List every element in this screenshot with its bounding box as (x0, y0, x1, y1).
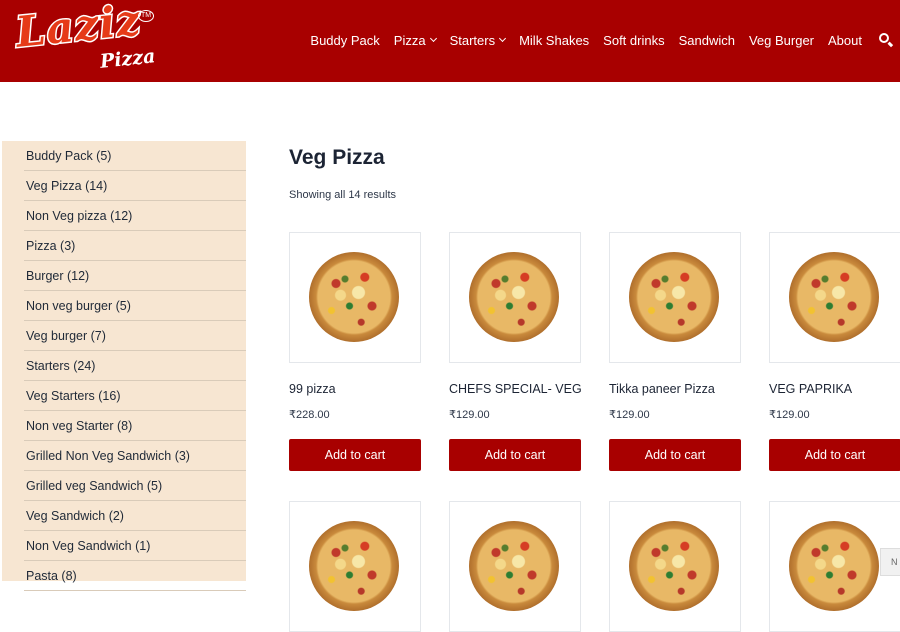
search-handle (887, 41, 894, 47)
category-link[interactable]: Veg Sandwich (2) (24, 501, 246, 531)
chevron-down-icon (499, 34, 507, 43)
product-image[interactable] (289, 232, 421, 363)
pizza-image (629, 252, 719, 342)
logo-trademark: TM (138, 10, 154, 22)
page-title: Veg Pizza (289, 146, 385, 169)
site-header: Laziz Pizza TM Buddy Pack Pizza Starters… (0, 0, 900, 82)
category-list: Buddy Pack (5) Veg Pizza (14) Non Veg pi… (2, 141, 246, 591)
nav-buddy-pack[interactable]: Buddy Pack (310, 33, 379, 48)
product-name[interactable]: 99 pizza (289, 382, 421, 396)
pizza-image (309, 252, 399, 342)
main-nav: Buddy Pack Pizza Starters Milk Shakes So… (296, 0, 894, 80)
category-link[interactable]: Pasta (8) (24, 561, 246, 591)
nav-starters[interactable]: Starters (449, 32, 507, 48)
pizza-image (309, 521, 399, 611)
pizza-image (469, 521, 559, 611)
product-price: ₹228.00 (289, 409, 330, 421)
product-image[interactable] (289, 501, 421, 632)
category-sidebar: Buddy Pack (5) Veg Pizza (14) Non Veg pi… (2, 141, 246, 591)
nav-veg-burger[interactable]: Veg Burger (749, 33, 814, 48)
nav-label: Buddy Pack (310, 32, 380, 48)
nav-label: Sandwich (678, 32, 735, 48)
product-price: ₹129.00 (449, 409, 490, 421)
category-link[interactable]: Non veg burger (5) (24, 291, 246, 321)
category-link[interactable]: Pizza (3) (24, 231, 246, 261)
category-link[interactable]: Grilled veg Sandwich (5) (24, 471, 246, 501)
category-link[interactable]: Veg Pizza (14) (24, 171, 246, 201)
nav-soft-drinks[interactable]: Soft drinks (603, 33, 664, 48)
product-card (289, 501, 421, 632)
product-card (609, 501, 741, 632)
category-link[interactable]: Veg Starters (16) (24, 381, 246, 411)
product-image[interactable] (449, 501, 581, 632)
product-price: ₹129.00 (769, 409, 810, 421)
category-link[interactable]: Veg burger (7) (24, 321, 246, 351)
add-to-cart-button[interactable]: Add to cart (769, 439, 900, 471)
category-link[interactable]: Grilled Non Veg Sandwich (3) (24, 441, 246, 471)
laziz-pizza-logo[interactable]: Laziz Pizza TM (12, 0, 162, 74)
category-link[interactable]: Non veg Starter (8) (24, 411, 246, 441)
pizza-image (629, 521, 719, 611)
nav-label: About (828, 32, 862, 48)
product-image[interactable] (609, 501, 741, 632)
nav-label: Pizza (393, 32, 426, 48)
nav-label: Starters (449, 32, 496, 48)
nav-label: Soft drinks (603, 32, 665, 48)
pizza-image (789, 252, 879, 342)
product-name[interactable]: Tikka paneer Pizza (609, 382, 741, 396)
add-to-cart-button[interactable]: Add to cart (449, 439, 581, 471)
category-link[interactable]: Non Veg pizza (12) (24, 201, 246, 231)
pizza-image (789, 521, 879, 611)
product-image[interactable] (449, 232, 581, 363)
floating-widget-tab[interactable]: N (880, 548, 900, 576)
search-icon[interactable] (878, 32, 894, 48)
product-name[interactable]: VEG PAPRIKA (769, 382, 900, 396)
nav-label: Milk Shakes (519, 32, 590, 48)
add-to-cart-button[interactable]: Add to cart (609, 439, 741, 471)
product-card: 99 pizza ₹228.00 Add to cart (289, 232, 421, 471)
add-to-cart-button[interactable]: Add to cart (289, 439, 421, 471)
product-price: ₹129.00 (609, 409, 650, 421)
product-card (449, 501, 581, 632)
product-card: VEG PAPRIKA ₹129.00 Add to cart (769, 232, 900, 471)
logo-subtext: Pizza (99, 45, 157, 73)
result-count: Showing all 14 results (289, 189, 397, 201)
product-name[interactable]: CHEFS SPECIAL- VEG (449, 382, 582, 396)
category-link[interactable]: Starters (24) (24, 351, 246, 381)
product-image[interactable] (609, 232, 741, 363)
product-archive: Veg Pizza Showing all 14 results 99 pizz… (289, 140, 900, 632)
product-card: CHEFS SPECIAL- VEG ₹129.00 Add to cart (449, 232, 582, 471)
nav-sandwich[interactable]: Sandwich (679, 33, 735, 48)
category-link[interactable]: Burger (12) (24, 261, 246, 291)
category-link[interactable]: Buddy Pack (5) (24, 141, 246, 171)
product-card: Tikka paneer Pizza ₹129.00 Add to cart (609, 232, 741, 471)
category-link[interactable]: Non Veg Sandwich (1) (24, 531, 246, 561)
product-image[interactable] (769, 232, 900, 363)
search-lens (879, 33, 889, 43)
nav-label: Veg Burger (748, 32, 815, 48)
nav-milk-shakes[interactable]: Milk Shakes (519, 33, 589, 48)
nav-about[interactable]: About (828, 33, 862, 48)
pizza-image (469, 252, 559, 342)
chevron-down-icon (429, 34, 437, 43)
nav-pizza[interactable]: Pizza (393, 32, 437, 48)
